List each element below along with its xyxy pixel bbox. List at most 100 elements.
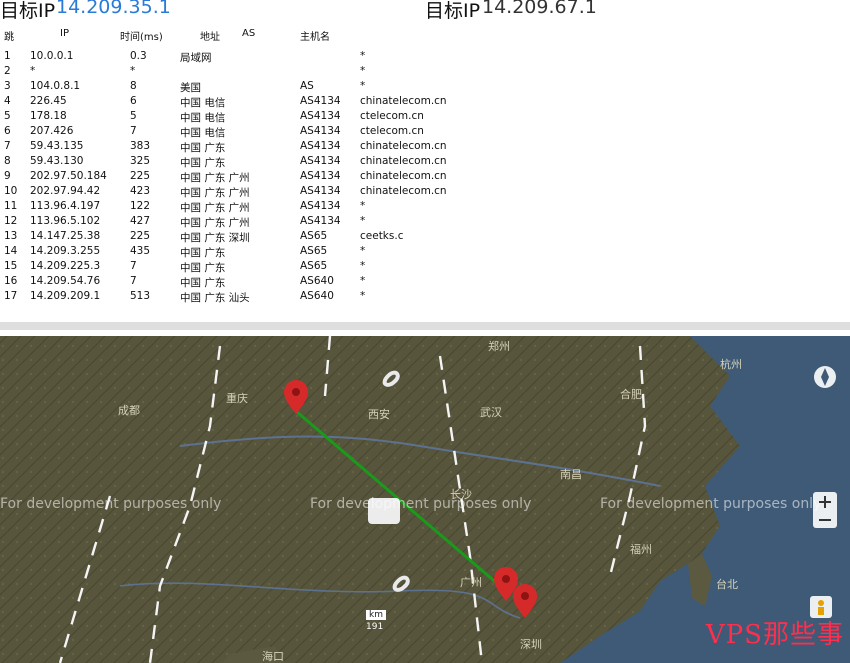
- hop-location: 中国 广东: [180, 142, 226, 154]
- hop-as: AS4134: [300, 215, 341, 227]
- hop-number: 3: [4, 80, 11, 92]
- hop-host: chinatelecom.cn: [360, 170, 447, 182]
- hop-latency: 225: [130, 230, 151, 242]
- hop-ip: 113.96.4.197: [30, 200, 101, 212]
- col-location[interactable]: 地址: [200, 28, 220, 43]
- hop-latency: *: [130, 65, 136, 77]
- hop-number: 2: [4, 65, 11, 77]
- hop-ip: 10.0.0.1: [30, 50, 74, 62]
- hop-as: AS4134: [300, 200, 341, 212]
- column-header: 跳 IP 时间(ms) 地址 AS 主机名: [0, 28, 850, 50]
- route-map[interactable]: 郑州 西安 武汉 长沙 南昌 福州 广州 深圳 重庆 成都 合肥 杭州 台北 海…: [0, 336, 850, 663]
- table-row[interactable]: 1 10.0.0.1 0.3 局域网 *: [0, 50, 850, 64]
- hop-number: 9: [4, 170, 11, 182]
- table-row[interactable]: 17 14.209.209.1 513 中国 广东 汕头 AS640 *: [0, 290, 850, 304]
- hop-latency: 423: [130, 185, 151, 197]
- hop-as: AS: [300, 80, 314, 92]
- city-label: 武汉: [480, 406, 502, 419]
- hop-as: AS65: [300, 260, 328, 272]
- hop-ip: 226.45: [30, 95, 67, 107]
- col-as[interactable]: AS: [242, 28, 255, 39]
- hop-number: 11: [4, 200, 18, 212]
- table-row[interactable]: 13 14.147.25.38 225 中国 广东 深圳 AS65 ceetks.c: [0, 230, 850, 244]
- hop-number: 14: [4, 245, 18, 257]
- hop-ip: 59.43.135: [30, 140, 84, 152]
- hop-number: 6: [4, 125, 11, 137]
- table-row[interactable]: 7 59.43.135 383 中国 广东 AS4134 chinatelecom.cn: [0, 140, 850, 154]
- hop-number: 4: [4, 95, 11, 107]
- hop-host: *: [360, 215, 366, 227]
- hop-latency: 122: [130, 200, 151, 212]
- table-row[interactable]: 11 113.96.4.197 122 中国 广东 广州 AS4134 *: [0, 200, 850, 214]
- col-host[interactable]: 主机名: [300, 28, 330, 43]
- zoom-controls[interactable]: [810, 492, 840, 528]
- hop-host: chinatelecom.cn: [360, 140, 447, 152]
- hop-latency: 6: [130, 95, 137, 107]
- hop-ip: 202.97.94.42: [30, 185, 101, 197]
- hop-ip: *: [30, 65, 36, 77]
- city-label: 深圳: [520, 638, 542, 651]
- target-ip-link[interactable]: 14.209.35.1: [56, 0, 171, 18]
- brand-watermark: VPS那些事: [705, 620, 844, 650]
- hop-latency: 435: [130, 245, 151, 257]
- hop-number: 10: [4, 185, 18, 197]
- table-row[interactable]: 8 59.43.130 325 中国 广东 AS4134 chinatelecom.cn: [0, 155, 850, 169]
- col-time[interactable]: 时间(ms): [120, 28, 163, 43]
- hop-as: AS65: [300, 230, 328, 242]
- scale-value: 191: [366, 622, 384, 632]
- hop-ip: 14.209.225.3: [30, 260, 101, 272]
- hop-host: *: [360, 200, 366, 212]
- table-row[interactable]: 6 207.426 7 中国 电信 AS4134 ctelecom.cn: [0, 125, 850, 139]
- col-ip[interactable]: IP: [60, 28, 69, 39]
- title-bar: 目标IP 14.209.35.1 目标IP 14.209.67.1: [0, 0, 850, 22]
- hop-host: ctelecom.cn: [360, 110, 424, 122]
- hop-latency: 325: [130, 155, 151, 167]
- hop-as: AS4134: [300, 125, 341, 137]
- table-row[interactable]: 2 * * *: [0, 65, 850, 77]
- table-row[interactable]: 12 113.96.5.102 427 中国 广东 广州 AS4134 *: [0, 215, 850, 229]
- city-label: 广州: [460, 576, 482, 589]
- table-row[interactable]: 9 202.97.50.184 225 中国 广东 广州 AS4134 chinatele…: [0, 170, 850, 184]
- hop-host: ceetks.c: [360, 230, 404, 242]
- hop-ip: 14.209.54.76: [30, 275, 101, 287]
- hop-host: *: [360, 290, 366, 302]
- hop-as: AS4134: [300, 110, 341, 122]
- city-label: 杭州: [720, 358, 742, 371]
- hop-ip: 113.96.5.102: [30, 215, 101, 227]
- hop-host: *: [360, 260, 366, 272]
- table-row[interactable]: 5 178.18 5 中国 电信 AS4134 ctelecom.cn: [0, 110, 850, 124]
- hop-as: AS4134: [300, 185, 341, 197]
- hop-location: 中国 广东 广州: [180, 172, 250, 184]
- hop-location: 中国 广东 深圳: [180, 232, 250, 244]
- table-row[interactable]: 14 14.209.3.255 435 中国 广东 AS65 *: [0, 245, 850, 259]
- hop-location: 局域网: [180, 52, 212, 64]
- hop-latency: 427: [130, 215, 151, 227]
- hop-ip: 202.97.50.184: [30, 170, 107, 182]
- hop-latency: 7: [130, 275, 137, 287]
- city-label: 成都: [118, 404, 140, 417]
- hop-latency: 0.3: [130, 50, 147, 62]
- col-hop[interactable]: 跳: [4, 28, 14, 43]
- hop-host: *: [360, 50, 366, 62]
- table-row[interactable]: 3 104.0.8.1 8 美国 AS *: [0, 80, 850, 94]
- traceroute-panel: 目标IP 14.209.35.1 目标IP 14.209.67.1 跳 IP 时…: [0, 0, 850, 330]
- hop-latency: 8: [130, 80, 137, 92]
- hop-host: chinatelecom.cn: [360, 185, 447, 197]
- city-label: 海口: [262, 650, 284, 663]
- hop-host: ctelecom.cn: [360, 125, 424, 137]
- remote-ip-label: 目标IP: [425, 0, 481, 22]
- hop-location: 中国 广东: [180, 247, 226, 259]
- hop-latency: 383: [130, 140, 151, 152]
- hop-number: 17: [4, 290, 18, 302]
- compass-icon[interactable]: [810, 362, 840, 392]
- hop-latency: 225: [130, 170, 151, 182]
- hop-as: AS4134: [300, 170, 341, 182]
- hop-host: *: [360, 275, 366, 287]
- table-row[interactable]: 10 202.97.94.42 423 中国 广东 广州 AS4134 chinatele…: [0, 185, 850, 199]
- table-row[interactable]: 4 226.45 6 中国 电信 AS4134 chinatelecom.cn: [0, 95, 850, 109]
- hop-host: *: [360, 80, 366, 92]
- table-row[interactable]: 16 14.209.54.76 7 中国 广东 AS640 *: [0, 275, 850, 289]
- hop-location: 中国 电信: [180, 97, 226, 109]
- table-row[interactable]: 15 14.209.225.3 7 中国 广东 AS65 *: [0, 260, 850, 274]
- hop-as: AS640: [300, 275, 334, 287]
